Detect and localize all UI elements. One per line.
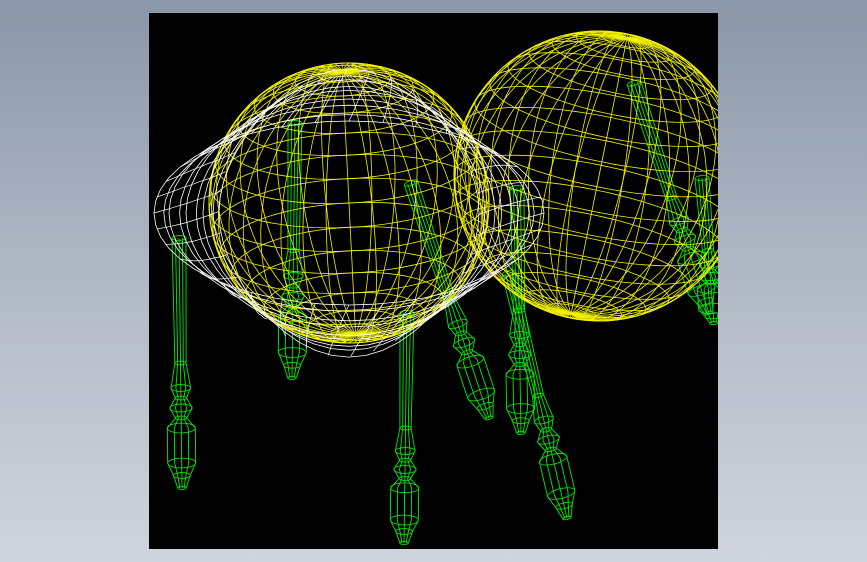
yellow-sphere-right bbox=[453, 30, 718, 322]
ring-band bbox=[202, 79, 496, 347]
leg-edge bbox=[389, 312, 401, 544]
wireframe-scene[interactable] bbox=[149, 13, 718, 549]
leg-edge bbox=[185, 237, 197, 489]
cad-window: { "viewport": { "background": "#000000",… bbox=[0, 0, 867, 562]
green-legs bbox=[166, 79, 718, 545]
sphere-right-wire bbox=[507, 52, 718, 123]
leg-edge bbox=[178, 237, 183, 489]
sphere-right-wire bbox=[463, 106, 718, 198]
sphere-right-wire bbox=[569, 33, 629, 319]
3d-viewport[interactable] bbox=[149, 13, 718, 549]
sphere-right-wire bbox=[455, 179, 718, 267]
ring-band bbox=[212, 75, 486, 351]
leg-edge bbox=[403, 312, 408, 544]
sphere-right-outline bbox=[453, 30, 718, 322]
leg-edge bbox=[277, 122, 289, 379]
